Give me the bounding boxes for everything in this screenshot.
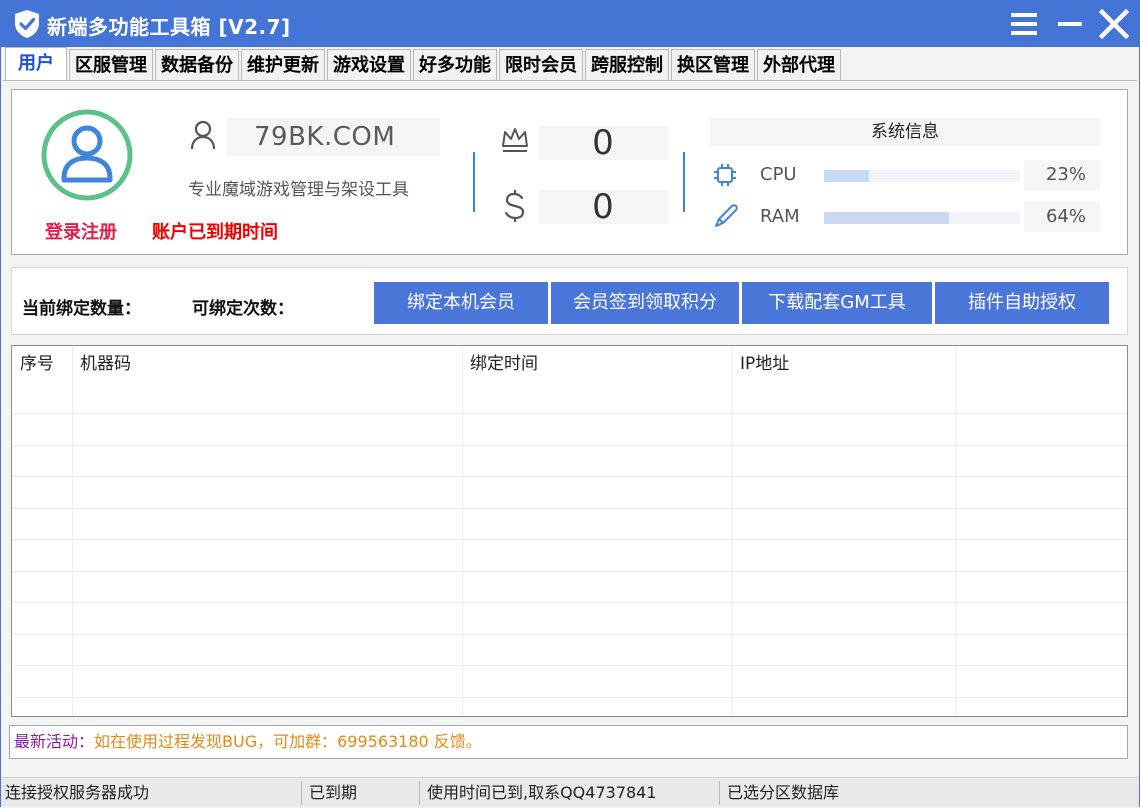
column-header-bind-time[interactable]: 绑定时间: [462, 346, 538, 382]
title-bar: 新端多功能工具箱 [V2.7]: [1, 1, 1139, 47]
cpu-meter: [824, 170, 1020, 182]
cpu-meter-fill: [824, 170, 870, 182]
tab-cross-server[interactable]: 跨服控制: [585, 49, 669, 80]
minimize-icon[interactable]: [1053, 7, 1087, 41]
download-gm-tool-button[interactable]: 下载配套GM工具: [742, 282, 932, 324]
column-divider: [462, 346, 463, 716]
tab-user[interactable]: 用户: [5, 47, 67, 80]
table-row-divider: [12, 476, 1127, 477]
tab-bar: 用户 区服管理 数据备份 维护更新 游戏设置 好多功能 限时会员 跨服控制 换区…: [5, 47, 843, 81]
table-row-divider: [12, 697, 1127, 698]
ram-value: 64%: [1024, 202, 1100, 232]
column-header-index[interactable]: 序号: [12, 346, 54, 382]
status-divider: [419, 781, 420, 805]
announcement-bar: 最新活动：如在使用过程发现BUG，可加群：699563180 反馈。: [9, 725, 1128, 759]
binding-table[interactable]: 序号 机器码 绑定时间 IP地址: [11, 345, 1128, 717]
status-connection: 连接授权服务器成功: [5, 783, 150, 802]
announcement-text: 如在使用过程发现BUG，可加群：699563180 反馈。: [94, 732, 482, 751]
status-expired: 已到期: [309, 783, 358, 802]
tab-zone-switch[interactable]: 换区管理: [671, 49, 755, 80]
window-title: 新端多功能工具箱 [V2.7]: [47, 15, 291, 39]
tab-server-manage[interactable]: 区服管理: [69, 49, 153, 80]
bind-member-button[interactable]: 绑定本机会员: [374, 282, 548, 324]
ram-meter-fill: [824, 212, 950, 224]
sysinfo-title: 系统信息: [710, 118, 1100, 146]
status-bar: 连接授权服务器成功 已到期 使用时间已到,取系QQ4737841 已选分区数据库: [1, 777, 1139, 807]
user-icon: [190, 120, 216, 150]
column-divider: [956, 346, 957, 716]
column-divider: [72, 346, 73, 716]
cpu-label: CPU: [760, 164, 797, 185]
menu-icon[interactable]: [1007, 7, 1041, 41]
table-row-divider: [12, 634, 1127, 635]
shield-check-icon: [15, 10, 39, 38]
username-display: 79BK.COM: [226, 118, 440, 156]
bind-count-label: 当前绑定数量：: [22, 299, 141, 319]
table-header: 序号 机器码 绑定时间 IP地址: [12, 346, 1127, 382]
ram-label: RAM: [760, 206, 800, 227]
status-database: 已选分区数据库: [727, 783, 840, 802]
tab-limited-member[interactable]: 限时会员: [499, 49, 583, 80]
tab-more-functions[interactable]: 好多功能: [413, 49, 497, 80]
table-row-divider: [12, 665, 1127, 666]
status-usage-time: 使用时间已到,取系QQ4737841: [427, 783, 657, 802]
tab-data-backup[interactable]: 数据备份: [155, 49, 239, 80]
user-panel: 登录注册 账户已到期时间 79BK.COM 专业魔域游戏管理与架设工具 0 0 …: [11, 89, 1128, 255]
column-header-ip[interactable]: IP地址: [732, 346, 789, 382]
column-header-machine-code[interactable]: 机器码: [72, 346, 131, 382]
table-row-divider: [12, 571, 1127, 572]
status-divider: [301, 781, 302, 805]
cpu-value: 23%: [1024, 160, 1100, 190]
login-register-link[interactable]: 登录注册: [45, 218, 117, 244]
crown-icon: [502, 128, 528, 152]
close-icon[interactable]: [1097, 7, 1131, 41]
announcement-label: 最新活动：: [14, 732, 95, 751]
tab-external-proxy[interactable]: 外部代理: [757, 49, 841, 80]
ram-meter: [824, 212, 1020, 224]
table-row-divider: [12, 413, 1127, 414]
status-divider: [719, 781, 720, 805]
avatar-icon: [41, 109, 133, 201]
pen-icon: [715, 204, 738, 227]
tab-maintenance[interactable]: 维护更新: [241, 49, 325, 80]
table-row-divider: [12, 602, 1127, 603]
app-window: 新端多功能工具箱 [V2.7] 用户 区服管理 数据备份 维护更新 游戏设置 好…: [0, 0, 1140, 807]
tab-game-settings[interactable]: 游戏设置: [327, 49, 411, 80]
plugin-authorize-button[interactable]: 插件自助授权: [935, 282, 1109, 324]
divider: [473, 152, 475, 212]
bind-panel: 当前绑定数量： 可绑定次数： 绑定本机会员 会员签到领取积分 下载配套GM工具 …: [11, 267, 1128, 335]
column-divider: [732, 346, 733, 716]
account-expire-text: 账户已到期时间: [152, 222, 278, 243]
bind-times-label: 可绑定次数：: [192, 299, 294, 319]
cpu-chip-icon: [714, 164, 736, 186]
product-subtitle: 专业魔域游戏管理与架设工具: [188, 180, 409, 200]
table-row-divider: [12, 445, 1127, 446]
table-row-divider: [12, 508, 1127, 509]
table-row-divider: [12, 539, 1127, 540]
dollar-value: 0: [538, 190, 668, 224]
crown-value: 0: [538, 126, 668, 160]
tab-divider: [3, 80, 1137, 81]
dollar-icon: [504, 190, 525, 222]
divider: [683, 152, 685, 212]
member-checkin-button[interactable]: 会员签到领取积分: [551, 282, 739, 324]
